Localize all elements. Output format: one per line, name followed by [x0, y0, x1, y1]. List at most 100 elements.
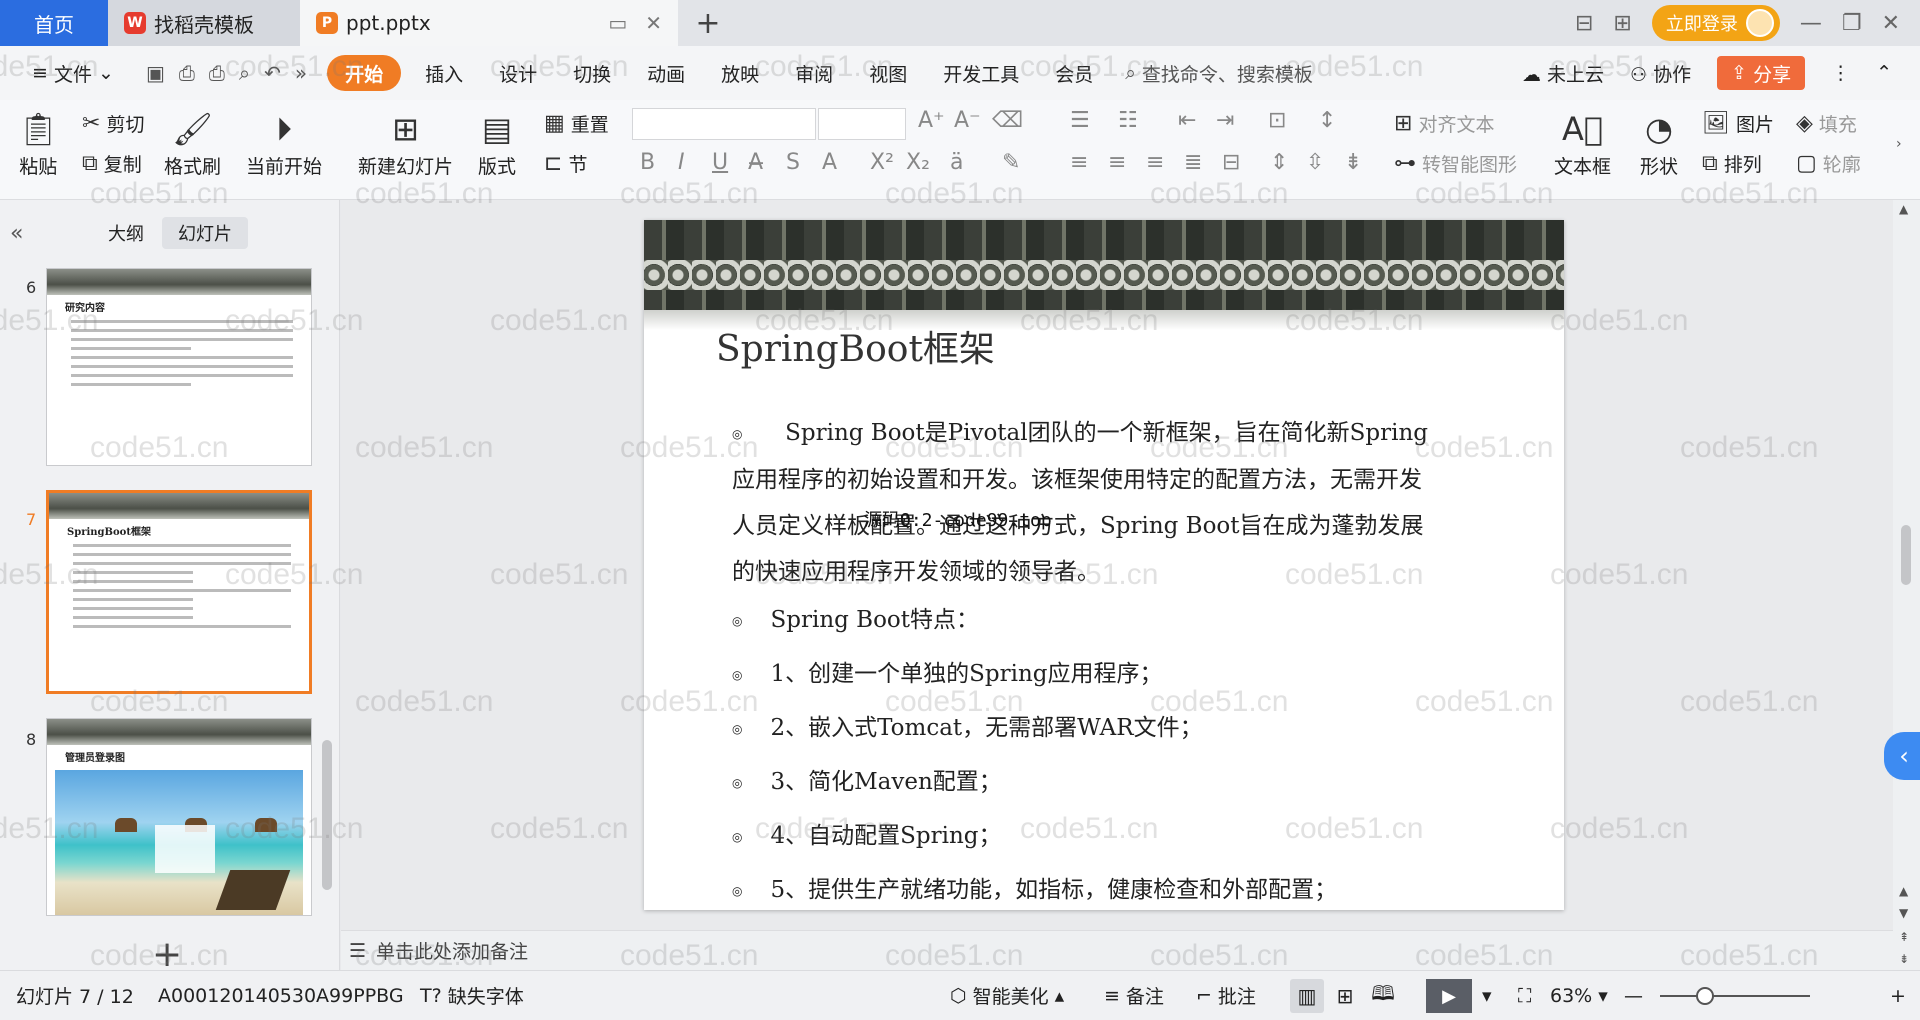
close-tab-icon[interactable]: ✕	[645, 11, 662, 35]
picture-button[interactable]: 🖼︎ 图片	[1702, 110, 1774, 137]
cloud-button[interactable]: ☁ 未上云	[1522, 60, 1604, 87]
notes-toggle-button[interactable]: ≡ 备注	[1104, 982, 1164, 1009]
collapse-panel-icon[interactable]: «	[10, 221, 23, 246]
shadow-icon[interactable]: S	[786, 150, 800, 175]
menu-item-developer[interactable]: 开发工具	[925, 55, 1037, 91]
more-icon[interactable]: »	[295, 61, 307, 85]
fill-button[interactable]: ◈ 填充	[1796, 110, 1857, 137]
strikethrough-icon[interactable]: A̶	[748, 150, 763, 175]
zoom-out-icon[interactable]: —	[1624, 985, 1643, 1007]
subscript-icon[interactable]: X₂	[906, 150, 930, 175]
prev-slide-icon[interactable]: ⇞	[1899, 930, 1909, 944]
slide-title[interactable]: SpringBoot框架	[716, 320, 995, 372]
smartart-button[interactable]: ⊶ 转智能图形	[1394, 150, 1517, 177]
vertical-scrollbar[interactable]: ▲ ▲ ▼ ⇞ ⇟	[1893, 200, 1920, 970]
highlight-icon[interactable]: ✎	[1002, 150, 1020, 175]
zoom-slider-knob[interactable]	[1696, 987, 1714, 1005]
font-size-select[interactable]	[818, 108, 906, 140]
slide-thumbnail-8[interactable]: 管理员登录图	[46, 718, 312, 916]
slide-thumbnail-7[interactable]: SpringBoot框架	[46, 490, 312, 694]
share-button[interactable]: ⇪ 分享	[1717, 56, 1806, 90]
beautify-button[interactable]: ⬡ 智能美化 ▴	[950, 982, 1064, 1009]
justify-icon[interactable]: ≣	[1184, 150, 1202, 175]
numbered-list-icon[interactable]: ☷	[1118, 108, 1138, 133]
phonetic-icon[interactable]: ä	[950, 150, 963, 175]
align-left-icon[interactable]: ≡	[1070, 150, 1088, 175]
minimize-icon[interactable]: —	[1800, 11, 1822, 36]
next-slide-icon[interactable]: ⇟	[1899, 952, 1909, 966]
scroll-down-icon[interactable]: ▼	[1899, 906, 1908, 920]
align-text-button[interactable]: ⊞ 对齐文本	[1394, 110, 1494, 137]
section-button[interactable]: ⊏ 节	[544, 150, 587, 177]
copy-button[interactable]: ⧉ 复制	[82, 150, 142, 177]
print-icon[interactable]: ⎙	[209, 61, 225, 85]
normal-view-icon[interactable]: ▥	[1290, 979, 1324, 1013]
menu-item-slideshow[interactable]: 放映	[703, 55, 777, 91]
menu-item-transition[interactable]: 切换	[555, 55, 629, 91]
tab-document[interactable]: P ppt.pptx ▭ ✕	[300, 0, 678, 46]
sorter-view-icon[interactable]: ⊞	[1328, 979, 1362, 1013]
bullet-item[interactable]: ◎ 5、提供生产就绪功能，如指标，健康检查和外部配置；	[732, 870, 1337, 904]
bullet-item[interactable]: ◎ 3、简化Maven配置；	[732, 762, 1002, 796]
tab-outline[interactable]: 大纲	[92, 217, 160, 249]
format-painter-button[interactable]: 🖌︎ 格式刷	[164, 106, 221, 179]
play-options-icon[interactable]: ▾	[1482, 985, 1492, 1007]
columns-icon[interactable]: ⇟	[1344, 150, 1362, 175]
align-center-icon[interactable]: ≡	[1108, 150, 1126, 175]
slide-paragraph[interactable]: ◎ Spring Boot是Pivotal团队的一个新框架，旨在简化新Sprin…	[732, 410, 1512, 595]
reading-view-icon[interactable]: 🕮︎	[1366, 979, 1400, 1013]
undo-icon[interactable]: ↶	[264, 61, 281, 85]
indent-icon[interactable]: ⇥	[1216, 108, 1234, 133]
menu-item-animation[interactable]: 动画	[629, 55, 703, 91]
scroll-up-icon[interactable]: ▲	[1899, 884, 1908, 898]
bullet-item[interactable]: ◎ 1、创建一个单独的Spring应用程序；	[732, 654, 1162, 688]
zoom-slider[interactable]	[1660, 987, 1810, 1005]
layout-button[interactable]: ▤ 版式	[478, 106, 516, 179]
textbox-button[interactable]: A⃞ 文本框	[1554, 106, 1611, 179]
collapse-ribbon-icon[interactable]: ⌃	[1876, 62, 1892, 84]
layout-icon[interactable]: ⊟	[1575, 11, 1593, 36]
shape-button[interactable]: ◔ 形状	[1640, 106, 1678, 179]
comments-button[interactable]: ⌐ 批注	[1196, 982, 1256, 1009]
more-options-icon[interactable]: ⋮	[1831, 62, 1850, 84]
missing-font-button[interactable]: T? 缺失字体	[420, 982, 524, 1009]
tab-slides[interactable]: 幻灯片	[162, 217, 248, 249]
panel-scrollbar[interactable]	[322, 740, 332, 890]
paste-button[interactable]: 📋︎ 粘贴	[18, 106, 59, 179]
reset-button[interactable]: ▦ 重置	[544, 110, 609, 137]
play-slideshow-icon[interactable]: ▶	[1426, 979, 1472, 1013]
close-window-icon[interactable]: ✕	[1882, 11, 1900, 36]
outline-button[interactable]: ▢ 轮廓	[1796, 150, 1861, 177]
font-family-select[interactable]	[632, 108, 816, 140]
font-color-icon[interactable]: A	[822, 150, 837, 175]
command-search[interactable]: ⌕ 查找命令、搜索模板	[1125, 60, 1313, 87]
new-slide-button[interactable]: ⊞ 新建幻灯片	[358, 106, 453, 179]
zoom-in-icon[interactable]: +	[1890, 985, 1906, 1007]
window-mode-icon[interactable]: ▭	[608, 11, 627, 35]
arrange-button[interactable]: ⧉ 排列	[1702, 150, 1762, 177]
bullet-item[interactable]: ◎ 2、嵌入式Tomcat，无需部署WAR文件；	[732, 708, 1203, 742]
bullet-item[interactable]: ◎ Spring Boot特点：	[732, 600, 979, 634]
save-icon[interactable]: ▣	[146, 61, 165, 85]
bullet-item[interactable]: ◎ 4、自动配置Spring；	[732, 816, 1001, 850]
italic-icon[interactable]: I	[678, 150, 685, 175]
current-slide[interactable]: SpringBoot框架 ◎ Spring Boot是Pivotal团队的一个新…	[644, 220, 1564, 910]
clear-format-icon[interactable]: ⌫	[992, 108, 1023, 133]
tab-template[interactable]: W 找稻壳模板	[108, 0, 300, 46]
line-sort-icon[interactable]: ↕	[1318, 108, 1336, 133]
zoom-select[interactable]: 63% ▾	[1550, 985, 1608, 1007]
superscript-icon[interactable]: X²	[870, 150, 894, 175]
bullet-list-icon[interactable]: ☰	[1070, 108, 1090, 133]
decrease-font-icon[interactable]: A⁻	[954, 108, 981, 133]
menu-item-start[interactable]: 开始	[327, 55, 402, 91]
tab-home[interactable]: 首页	[0, 0, 108, 46]
side-panel-toggle-icon[interactable]: ‹	[1884, 732, 1920, 780]
login-button[interactable]: 立即登录	[1651, 5, 1780, 41]
menu-item-insert[interactable]: 插入	[407, 55, 481, 91]
align-right-icon[interactable]: ≡	[1146, 150, 1164, 175]
collab-button[interactable]: ⚇ 协作	[1630, 60, 1691, 87]
add-slide-icon[interactable]: +	[152, 934, 182, 975]
para-spacing-icon[interactable]: ⇳	[1306, 150, 1324, 175]
ribbon-scroll-icon[interactable]: ›	[1896, 136, 1902, 152]
distribute-icon[interactable]: ⊟	[1222, 150, 1240, 175]
